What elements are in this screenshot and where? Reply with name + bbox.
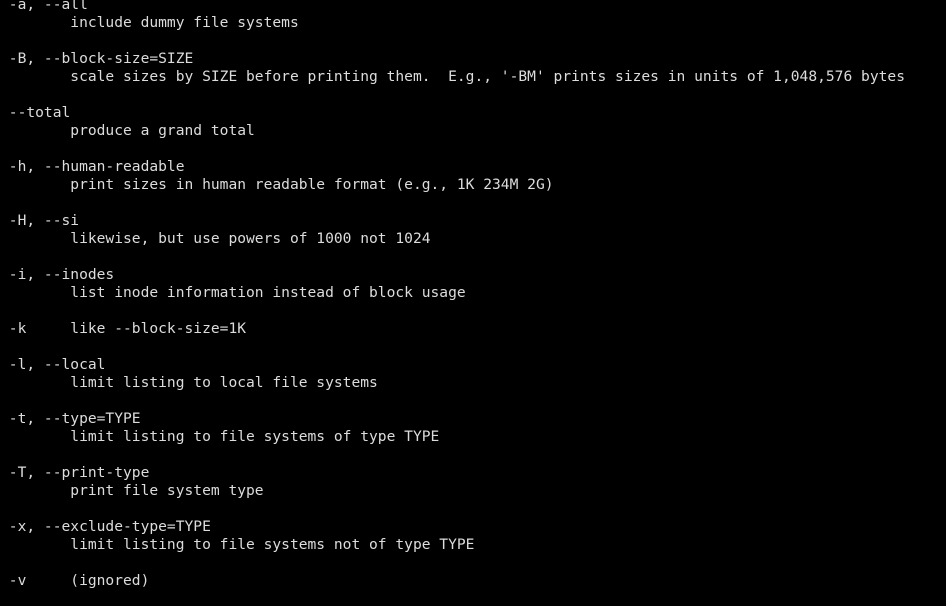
terminal-line: -i, --inodes	[0, 266, 115, 283]
terminal-line: likewise, but use powers of 1000 not 102…	[0, 230, 431, 247]
terminal-line: -T, --print-type	[0, 464, 150, 481]
terminal-line: include dummy file systems	[0, 14, 299, 31]
terminal-line: produce a grand total	[0, 122, 255, 139]
terminal-line: -a, --all	[0, 0, 88, 13]
terminal-line: limit listing to file systems not of typ…	[0, 536, 475, 553]
terminal-window[interactable]: -a, --all include dummy file systems -B,…	[0, 0, 946, 606]
terminal-line: --total	[0, 104, 71, 121]
terminal-line: print file system type	[0, 482, 264, 499]
terminal-line: -k like --block-size=1K	[0, 320, 247, 337]
terminal-line: -v (ignored)	[0, 572, 150, 589]
terminal-line: -l, --local	[0, 356, 106, 373]
terminal-line: limit listing to local file systems	[0, 374, 378, 391]
terminal-output-text: -a, --all include dummy file systems -B,…	[0, 0, 946, 590]
terminal-line: scale sizes by SIZE before printing them…	[0, 68, 905, 85]
terminal-line: limit listing to file systems of type TY…	[0, 428, 440, 445]
terminal-line: -x, --exclude-type=TYPE	[0, 518, 211, 535]
terminal-line: -B, --block-size=SIZE	[0, 50, 194, 67]
terminal-line: list inode information instead of block …	[0, 284, 466, 301]
terminal-line: print sizes in human readable format (e.…	[0, 176, 554, 193]
terminal-line: -h, --human-readable	[0, 158, 185, 175]
terminal-line: -H, --si	[0, 212, 80, 229]
terminal-line: -t, --type=TYPE	[0, 410, 141, 427]
